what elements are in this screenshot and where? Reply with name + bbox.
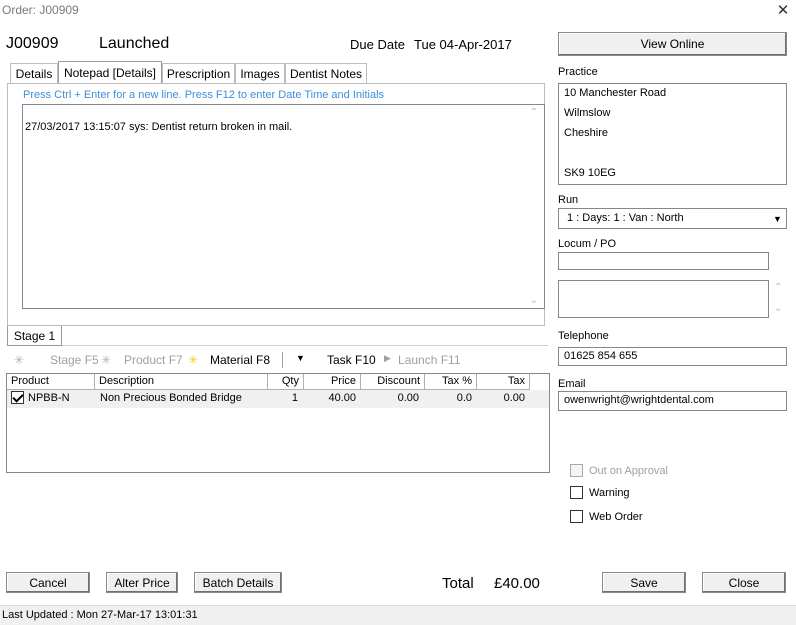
warning-checkbox[interactable]: Warning xyxy=(570,486,630,499)
cell-description: Non Precious Bonded Bridge xyxy=(100,392,242,404)
checkbox-box xyxy=(570,510,583,523)
stage-f5-button[interactable]: Stage F5 xyxy=(50,353,99,367)
add-stage-button[interactable]: ✳ xyxy=(14,353,24,367)
locum-po-label: Locum / PO xyxy=(558,238,617,250)
total-value: £40.00 xyxy=(494,575,540,592)
column-header-qty[interactable]: Qty xyxy=(268,374,304,390)
launch-f11-button[interactable]: Launch F11 xyxy=(398,353,461,367)
column-header-tax-pct[interactable]: Tax % xyxy=(425,374,477,390)
address-line-3: Cheshire xyxy=(564,127,609,139)
web-order-label: Web Order xyxy=(589,510,643,523)
cell-tax-pct: 0.0 xyxy=(456,392,472,404)
toolbar-separator xyxy=(282,352,283,368)
run-label: Run xyxy=(558,194,579,206)
column-header-product[interactable]: Product xyxy=(7,374,95,390)
dropdown-arrow-icon[interactable]: ▼ xyxy=(296,353,305,363)
address-line-1: 10 Manchester Road xyxy=(564,87,667,99)
asterisk-icon: ✳ xyxy=(101,353,112,367)
cell-qty: 1 xyxy=(291,392,298,404)
address-line-4 xyxy=(564,147,781,167)
cell-discount: 0.00 xyxy=(397,392,419,404)
locum-notes-textarea[interactable] xyxy=(558,280,769,318)
scroll-up-icon[interactable]: ⌃ xyxy=(774,282,782,293)
stage-divider xyxy=(62,345,548,346)
task-f10-button[interactable]: Task F10 xyxy=(327,353,376,367)
address-line-2: Wilmslow xyxy=(564,107,611,119)
star-icon: ✳ xyxy=(188,353,199,367)
practice-label: Practice xyxy=(558,66,598,78)
due-date-label: Due Date xyxy=(350,37,405,52)
out-on-approval-checkbox[interactable]: Out on Approval xyxy=(570,464,668,477)
row-checkbox[interactable] xyxy=(11,391,24,404)
tab-images[interactable]: Images xyxy=(235,63,285,83)
email-input[interactable]: owenwright@wrightdental.com xyxy=(558,391,787,411)
close-window-icon[interactable]: ✕ xyxy=(774,2,792,20)
material-f8-button[interactable]: Material F8 xyxy=(210,353,270,367)
scroll-up-icon[interactable]: ⌃ xyxy=(530,107,538,118)
email-label: Email xyxy=(558,378,586,390)
scroll-down-icon[interactable]: ⌄ xyxy=(530,295,538,306)
asterisk-icon: ✳ xyxy=(14,353,25,367)
column-header-description[interactable]: Description xyxy=(95,374,268,390)
column-header-price[interactable]: Price xyxy=(304,374,361,390)
product-f7-button[interactable]: Product F7 xyxy=(124,353,183,367)
batch-details-button[interactable]: Batch Details xyxy=(194,572,282,593)
tab-prescription[interactable]: Prescription xyxy=(162,63,235,83)
tab-stage-1[interactable]: Stage 1 xyxy=(7,326,62,346)
tab-notepad-details[interactable]: Notepad [Details] xyxy=(58,61,162,84)
telephone-input[interactable]: 01625 854 655 xyxy=(558,347,787,366)
close-button[interactable]: Close xyxy=(702,572,786,593)
order-number: J00909 xyxy=(6,35,59,52)
products-grid[interactable]: Product Description Qty Price Discount T… xyxy=(6,373,550,473)
cell-price: 40.00 xyxy=(328,392,356,404)
due-date-value: Tue 04-Apr-2017 xyxy=(414,37,512,52)
web-order-checkbox[interactable]: Web Order xyxy=(570,510,643,523)
practice-address: 10 Manchester Road Wilmslow Cheshire SK9… xyxy=(558,83,787,185)
checkbox-box xyxy=(570,486,583,499)
locum-po-input[interactable] xyxy=(558,252,769,270)
grid-header: Product Description Qty Price Discount T… xyxy=(7,374,549,390)
column-header-discount[interactable]: Discount xyxy=(361,374,425,390)
cell-tax: 0.00 xyxy=(503,392,525,404)
notepad-text: 27/03/2017 13:15:07 sys: Dentist return … xyxy=(25,121,293,133)
tab-dentist-notes[interactable]: Dentist Notes xyxy=(285,63,367,83)
scroll-down-icon[interactable]: ⌄ xyxy=(774,303,782,314)
notepad-hint: Press Ctrl + Enter for a new line. Press… xyxy=(23,89,385,101)
window-title: Order: J00909 xyxy=(2,3,79,17)
alter-price-button[interactable]: Alter Price xyxy=(106,572,178,593)
table-row[interactable]: NPBB-N Non Precious Bonded Bridge 1 40.0… xyxy=(7,390,549,408)
run-select[interactable]: 1 : Days: 1 : Van : North ▼ xyxy=(558,208,787,229)
cell-product: NPBB-N xyxy=(28,392,70,404)
add-material-icon[interactable]: ✳ xyxy=(188,353,198,367)
run-select-value: 1 : Days: 1 : Van : North xyxy=(567,212,684,224)
view-online-button[interactable]: View Online xyxy=(558,32,787,56)
tab-details[interactable]: Details xyxy=(10,63,58,83)
checkbox-box xyxy=(570,464,583,477)
play-arrow-icon: ▶ xyxy=(384,353,391,363)
status-bar: Last Updated : Mon 27-Mar-17 13:01:31 xyxy=(0,605,796,625)
total-label: Total xyxy=(442,575,474,592)
save-button[interactable]: Save xyxy=(602,572,686,593)
add-product-icon[interactable]: ✳ xyxy=(101,353,111,367)
column-header-tax[interactable]: Tax xyxy=(477,374,530,390)
chevron-down-icon[interactable]: ▼ xyxy=(770,210,785,227)
notepad-textarea[interactable]: 27/03/2017 13:15:07 sys: Dentist return … xyxy=(22,104,545,309)
address-line-5: SK9 10EG xyxy=(564,167,616,179)
out-on-approval-label: Out on Approval xyxy=(589,464,668,477)
warning-label: Warning xyxy=(589,486,630,499)
cancel-button[interactable]: Cancel xyxy=(6,572,90,593)
order-status: Launched xyxy=(99,35,170,52)
telephone-label: Telephone xyxy=(558,330,609,342)
